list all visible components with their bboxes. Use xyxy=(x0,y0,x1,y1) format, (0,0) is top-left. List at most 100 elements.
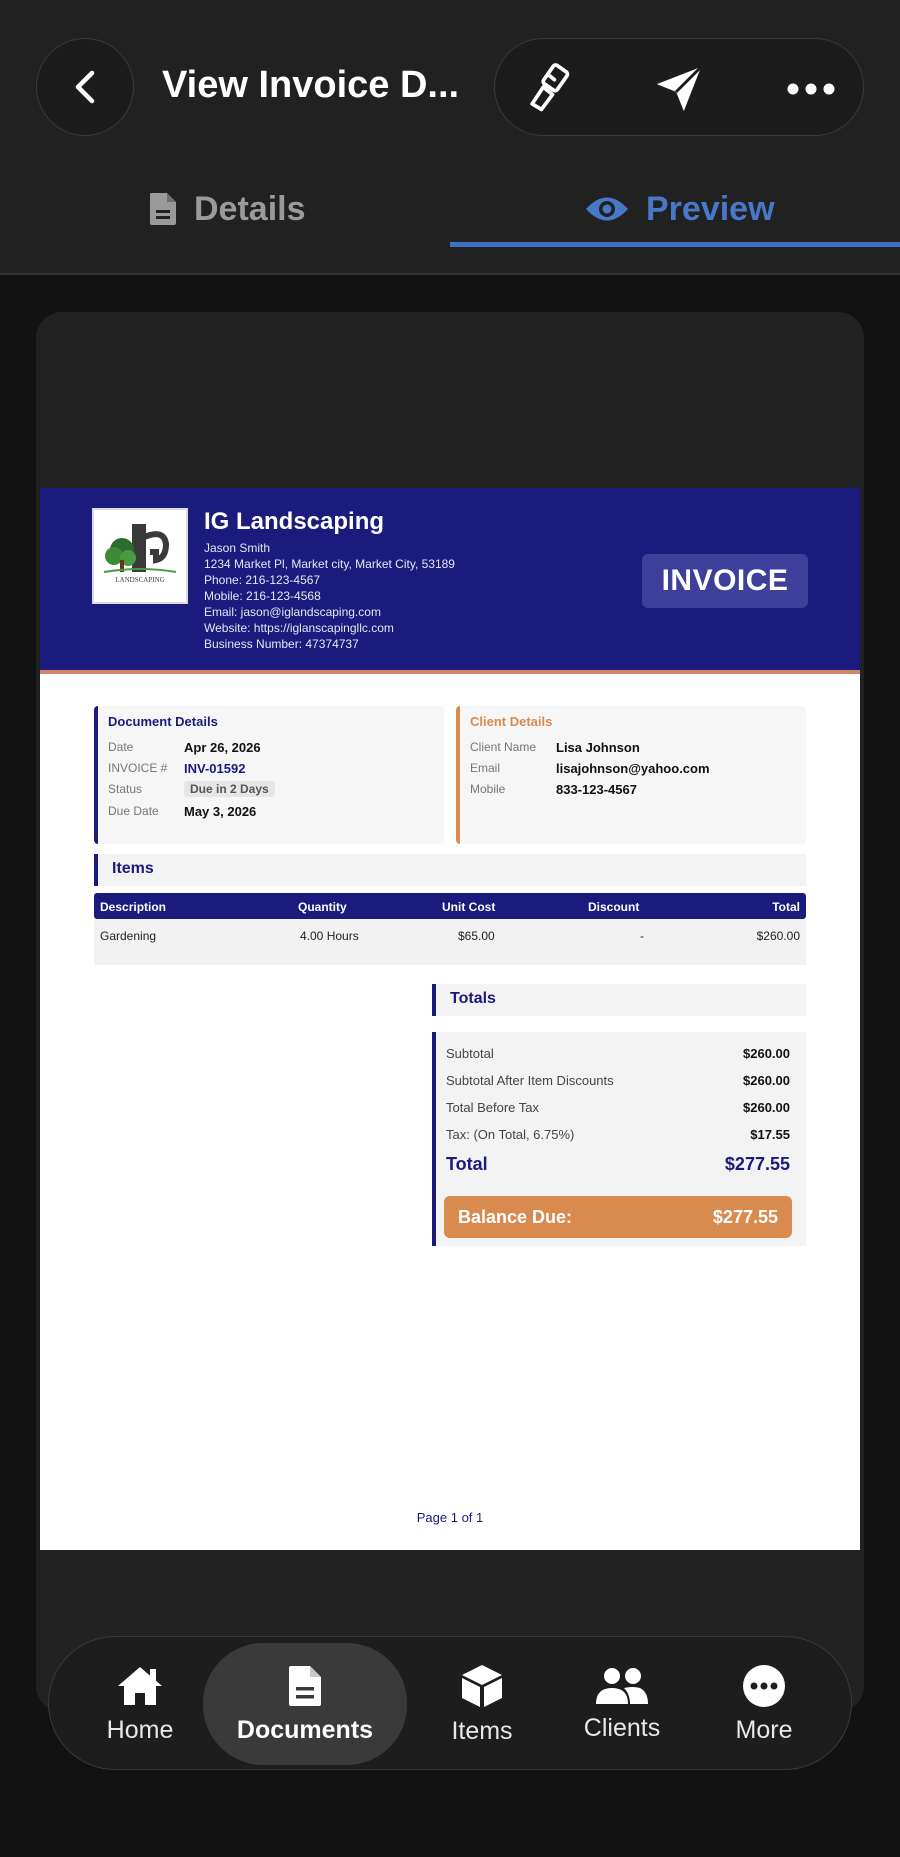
balance-due-label: Balance Due: xyxy=(458,1207,573,1227)
nav-more-label: More xyxy=(735,1715,793,1744)
document-icon xyxy=(289,1665,321,1706)
company-email: Email: jason@iglandscaping.com xyxy=(204,605,381,619)
subtotal-after-discounts-value: $260.00 xyxy=(743,1073,790,1088)
paintbrush-icon xyxy=(530,63,570,112)
invoice-badge: INVOICE xyxy=(642,554,808,608)
document-icon xyxy=(150,193,176,225)
document-details-title: Document Details xyxy=(108,714,218,729)
bottom-navigation: Home Documents Items Clients More xyxy=(48,1636,852,1770)
table-row: Gardening 4.00 Hours $65.00 - $260.00 xyxy=(94,919,806,965)
company-address: 1234 Market Pl, Market city, Market City… xyxy=(204,557,455,571)
client-email-value: lisajohnson@yahoo.com xyxy=(556,761,710,776)
tab-preview-label: Preview xyxy=(646,189,775,228)
page-title: View Invoice D... xyxy=(162,64,460,106)
date-label: Date xyxy=(108,740,134,754)
company-website: Website: https://iglanscapingllc.com xyxy=(204,621,394,635)
items-table-header: Description Quantity Unit Cost Discount … xyxy=(94,893,806,919)
item-description: Gardening xyxy=(100,929,157,943)
company-mobile: Mobile: 216-123-4568 xyxy=(204,589,321,603)
page-number: Page 1 of 1 xyxy=(416,1510,484,1525)
tab-details[interactable]: Details xyxy=(148,170,306,248)
nav-more[interactable]: More xyxy=(707,1637,821,1771)
more-icon xyxy=(743,1664,785,1707)
items-title: Items xyxy=(112,860,154,877)
tax-label: Tax: (On Total, 6.75%) xyxy=(446,1127,575,1142)
grand-total-label: Total xyxy=(446,1154,488,1174)
item-discount: - xyxy=(640,929,644,943)
company-info: IG Landscaping Jason Smith 1234 Market P… xyxy=(204,508,455,652)
nav-home[interactable]: Home xyxy=(83,1637,197,1771)
document-details-panel: Document Details Date Apr 26, 2026 INVOI… xyxy=(94,706,444,844)
active-tab-indicator xyxy=(450,242,900,247)
paintbrush-button[interactable] xyxy=(521,63,573,115)
nav-documents-label: Documents xyxy=(236,1715,374,1744)
eye-icon xyxy=(586,197,628,221)
tab-preview[interactable]: Preview xyxy=(584,170,775,248)
due-date-value: May 3, 2026 xyxy=(184,804,257,819)
subtotal-after-discounts-label: Subtotal After Item Discounts xyxy=(446,1073,614,1088)
nav-documents[interactable]: Documents xyxy=(203,1643,407,1765)
company-name: IG Landscaping xyxy=(204,508,385,535)
company-phone: Phone: 216-123-4567 xyxy=(204,573,321,587)
invoice-number-value: INV-01592 xyxy=(184,761,246,776)
nav-items[interactable]: Items xyxy=(425,1637,539,1771)
client-details-title: Client Details xyxy=(470,714,553,729)
tax-value: $17.55 xyxy=(750,1127,790,1142)
tab-details-label: Details xyxy=(194,189,306,228)
invoice-header: LANDSCAPING IG Landscaping Jason Smith 1… xyxy=(40,488,860,670)
header-accent-strip xyxy=(40,670,860,674)
client-mobile-value: 833-123-4567 xyxy=(556,782,637,797)
status-label: Status xyxy=(108,782,143,796)
divider xyxy=(0,273,900,275)
company-logo: LANDSCAPING xyxy=(92,508,188,604)
invoice-document[interactable]: LANDSCAPING IG Landscaping Jason Smith 1… xyxy=(40,488,860,1550)
ellipsis-icon xyxy=(787,83,835,95)
nav-clients[interactable]: Clients xyxy=(557,1637,687,1771)
column-header: Unit Cost xyxy=(442,900,496,914)
back-button[interactable] xyxy=(36,38,134,136)
top-bar: View Invoice D... Details Preview xyxy=(0,0,900,275)
column-header: Total xyxy=(772,900,800,914)
column-header: Discount xyxy=(588,900,640,914)
client-name-value: Lisa Johnson xyxy=(556,740,640,755)
column-header: Description xyxy=(100,900,167,914)
nav-home-label: Home xyxy=(106,1715,174,1744)
items-section-header: Items xyxy=(94,854,806,886)
item-quantity: 4.00 Hours xyxy=(300,929,359,943)
totals-box: Subtotal $260.00 Subtotal After Item Dis… xyxy=(432,1032,806,1246)
balance-due-banner: Balance Due: $277.55 xyxy=(444,1196,792,1238)
users-icon xyxy=(596,1667,648,1704)
date-value: Apr 26, 2026 xyxy=(184,740,261,755)
company-business-number: Business Number: 47374737 xyxy=(204,637,359,651)
balance-due-value: $277.55 xyxy=(712,1207,778,1227)
client-mobile-label: Mobile xyxy=(470,782,506,796)
column-header: Quantity xyxy=(298,900,347,914)
invoice-number-label: INVOICE # xyxy=(108,761,168,775)
tab-bar: Details Preview xyxy=(0,170,900,248)
subtotal-value: $260.00 xyxy=(743,1046,790,1061)
totals-section-header: Totals xyxy=(432,984,806,1016)
item-total: $260.00 xyxy=(756,929,800,943)
total-before-tax-label: Total Before Tax xyxy=(446,1100,539,1115)
chevron-left-icon xyxy=(75,70,95,104)
subtotal-label: Subtotal xyxy=(446,1046,494,1061)
box-icon xyxy=(462,1664,502,1707)
send-icon xyxy=(656,65,703,112)
client-email-label: Email xyxy=(470,761,501,775)
action-toolbar xyxy=(494,38,864,136)
nav-items-label: Items xyxy=(451,1716,513,1745)
company-contact: Jason Smith xyxy=(204,541,271,555)
due-date-label: Due Date xyxy=(108,804,159,818)
status-badge: Due in 2 Days xyxy=(184,781,275,797)
send-button[interactable] xyxy=(653,63,705,115)
grand-total-value: $277.55 xyxy=(724,1154,790,1174)
client-details-panel: Client Details Client Name Lisa Johnson … xyxy=(456,706,806,844)
client-name-label: Client Name xyxy=(470,740,537,754)
home-icon xyxy=(118,1666,162,1705)
logo-text: LANDSCAPING xyxy=(115,576,164,584)
item-unit-cost: $65.00 xyxy=(458,929,495,943)
nav-clients-label: Clients xyxy=(583,1713,661,1742)
totals-title: Totals xyxy=(450,990,496,1007)
total-before-tax-value: $260.00 xyxy=(743,1100,790,1115)
more-options-button[interactable] xyxy=(785,63,837,115)
